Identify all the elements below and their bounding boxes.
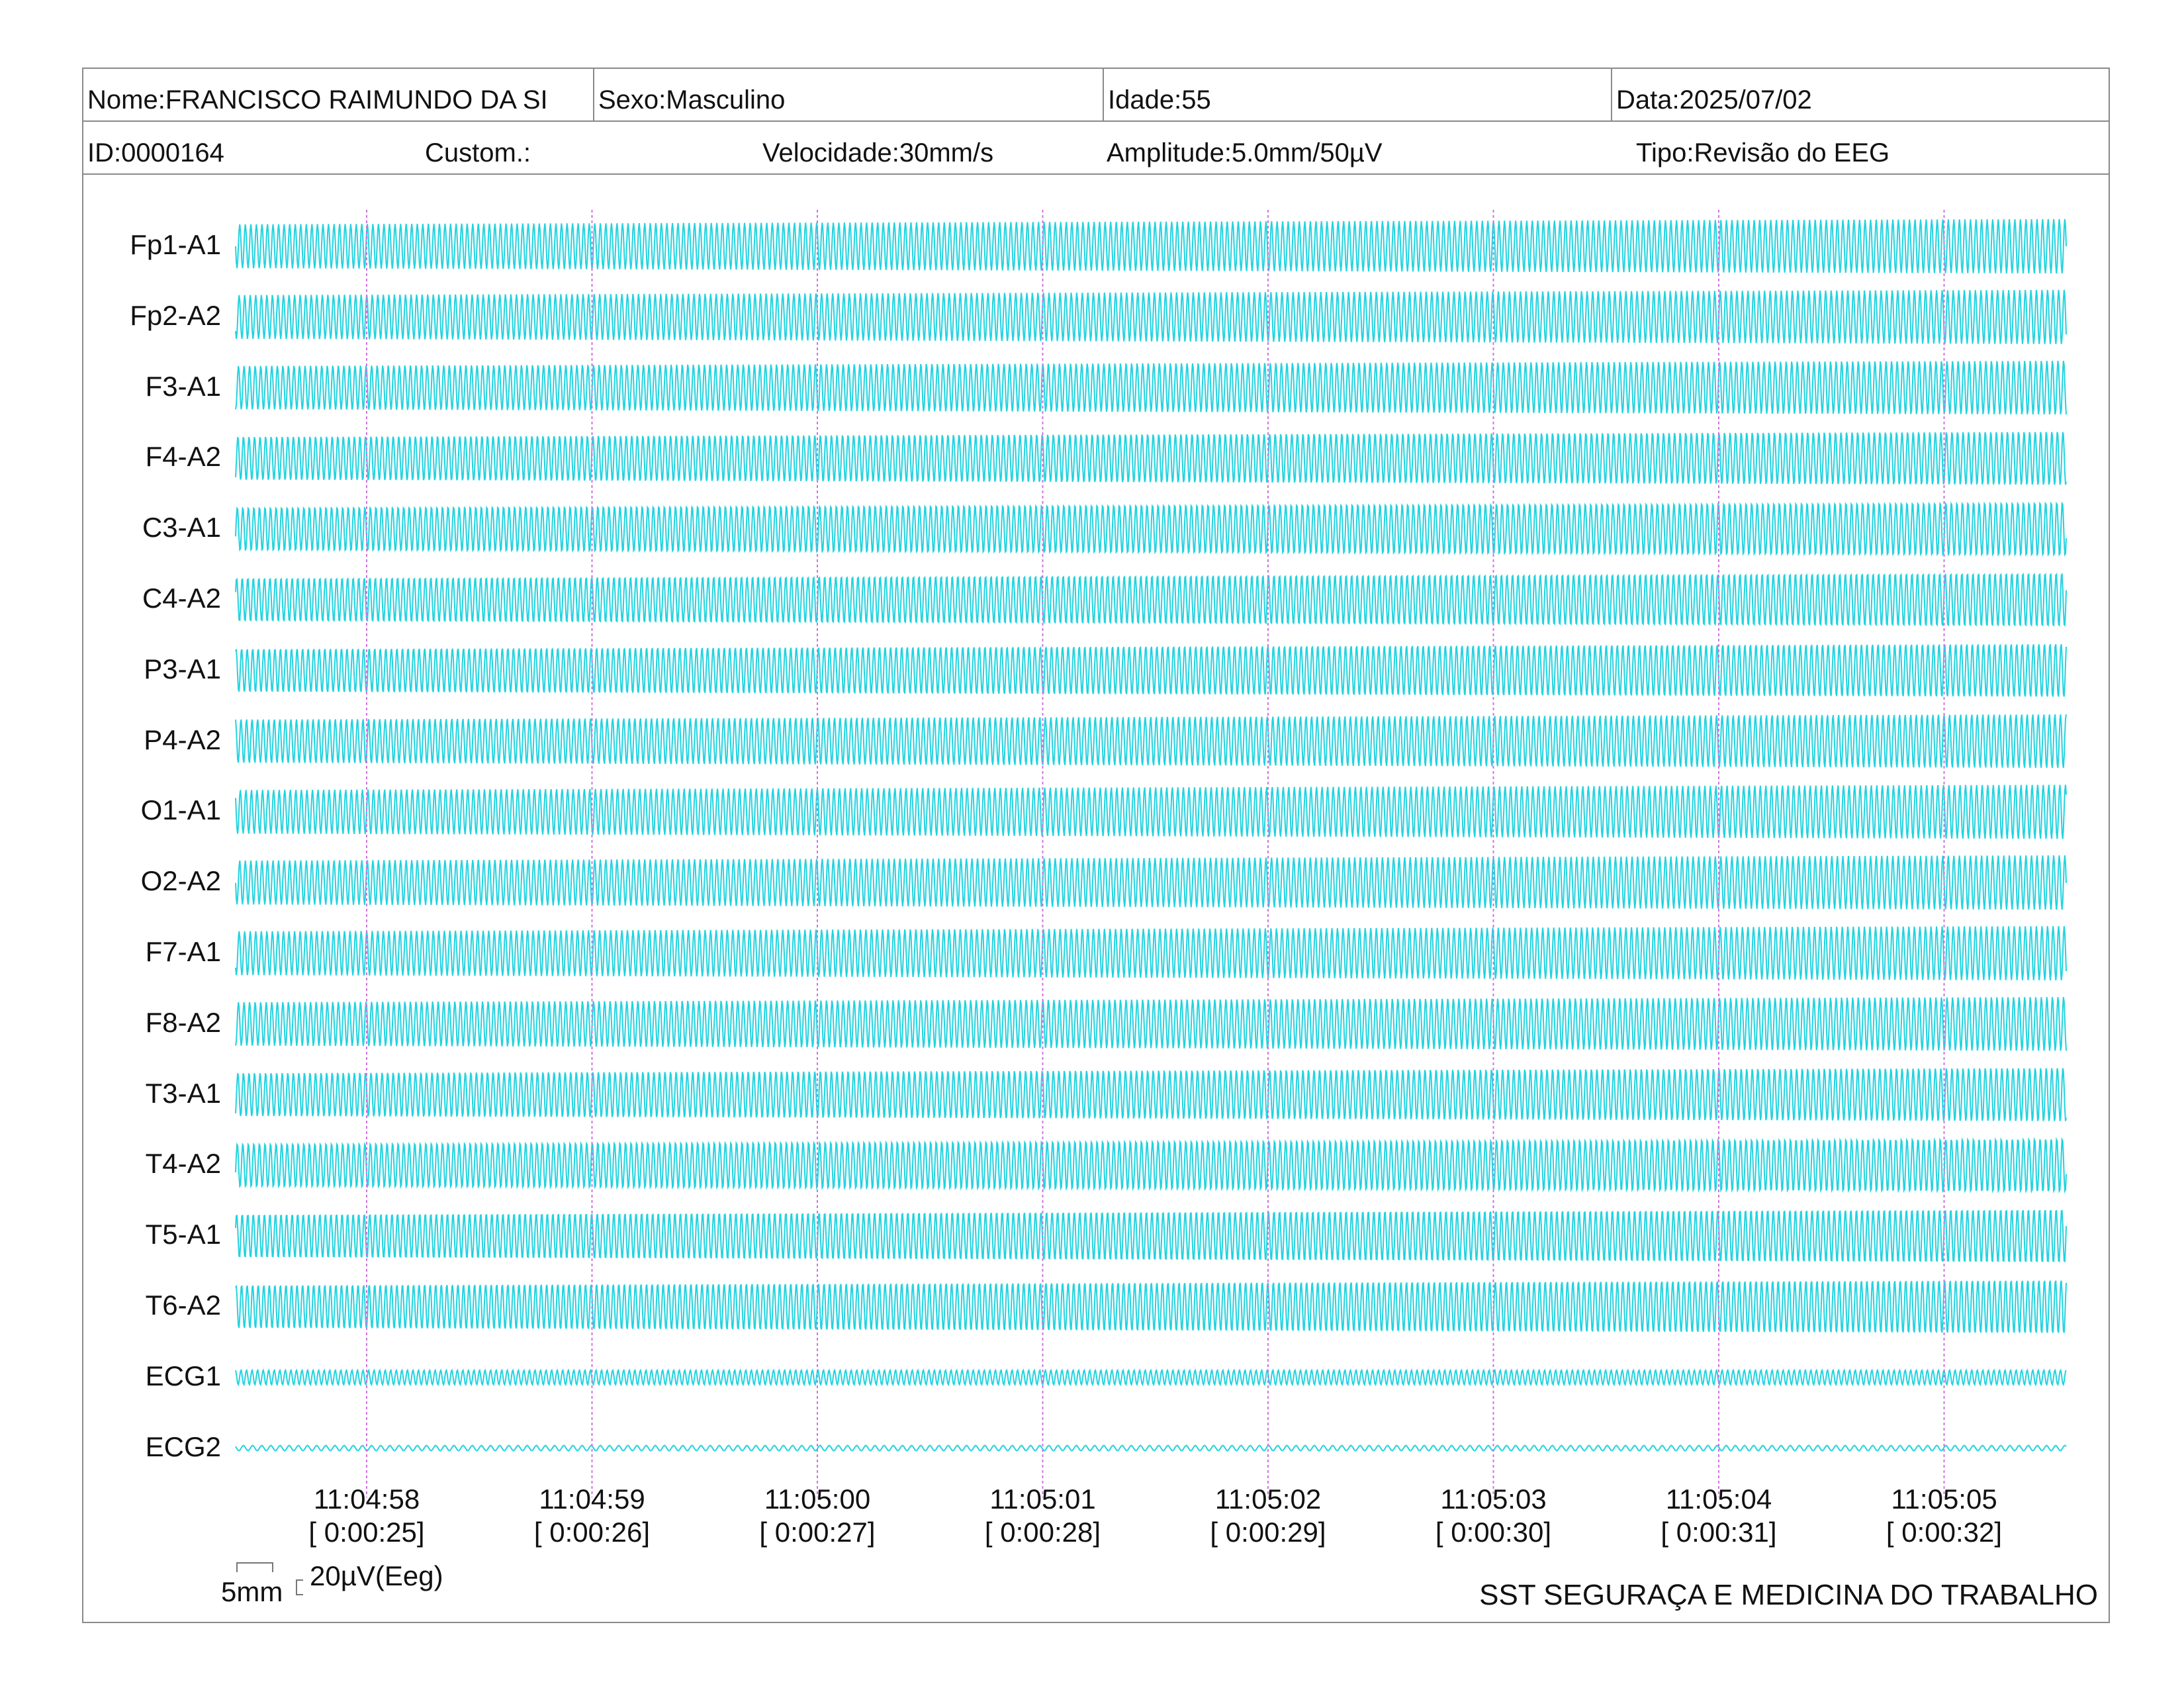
- time-tick-clock: 11:05:02: [1214, 1483, 1322, 1515]
- time-tick: 11:05:02[ 0:00:29]: [1182, 1483, 1354, 1549]
- time-tick-clock: 11:05:00: [764, 1483, 871, 1515]
- waveform-p3-a1: [235, 644, 2067, 697]
- channel-label-t4-a2: T4-A2: [145, 1148, 221, 1180]
- time-tick-elapsed: [ 0:00:27]: [759, 1517, 876, 1548]
- time-tick: 11:05:01[ 0:00:28]: [957, 1483, 1129, 1549]
- time-tick-elapsed: [ 0:00:30]: [1435, 1517, 1552, 1548]
- channel-label-p3-a1: P3-A1: [144, 653, 221, 684]
- time-tick-clock: 11:05:05: [1891, 1483, 1997, 1515]
- time-tick-elapsed: [ 0:00:32]: [1886, 1517, 2003, 1548]
- time-tick: 11:04:58[ 0:00:25]: [281, 1483, 453, 1549]
- scale-time-label: 5mm: [221, 1576, 283, 1607]
- channel-label-p4-a2: P4-A2: [144, 724, 221, 755]
- scale-amp-label: 20µV(Eeg): [310, 1560, 443, 1591]
- channel-label-f8-a2: F8-A2: [145, 1006, 221, 1038]
- waveform-f4-a2: [235, 432, 2067, 485]
- time-tick: 11:04:59[ 0:00:26]: [506, 1483, 678, 1549]
- time-tick: 11:05:00[ 0:00:27]: [731, 1483, 903, 1549]
- channel-label-f4-a2: F4-A2: [145, 441, 221, 473]
- channel-label-t3-a1: T3-A1: [145, 1077, 221, 1109]
- waveform-o2-a2: [235, 855, 2067, 910]
- channel-label-f3-a1: F3-A1: [145, 370, 221, 402]
- waveform-ecg1: [235, 1368, 2067, 1387]
- waveform-f8-a2: [235, 997, 2067, 1051]
- waveform-t3-a1: [235, 1068, 2067, 1121]
- time-tick: 11:05:03[ 0:00:30]: [1408, 1483, 1580, 1549]
- time-tick-elapsed: [ 0:00:26]: [533, 1517, 651, 1548]
- waveform-c3-a1: [235, 501, 2067, 557]
- waveform-c4-a2: [235, 573, 2067, 627]
- waveform-fp2-a2: [235, 289, 2067, 344]
- channel-label-o1-a1: O1-A1: [140, 794, 221, 826]
- channel-label-f7-a1: F7-A1: [145, 936, 221, 967]
- waveform-t6-a2: [235, 1280, 2067, 1333]
- channel-label-o2-a2: O2-A2: [140, 865, 221, 897]
- channel-label-fp1-a1: Fp1-A1: [130, 229, 221, 260]
- waveform-fp1-a1: [235, 218, 2067, 274]
- time-tick-clock: 11:05:01: [989, 1483, 1096, 1515]
- company-name: SST SEGURAÇA E MEDICINA DO TRABALHO: [1479, 1579, 2098, 1611]
- channel-label-fp2-a2: Fp2-A2: [130, 299, 221, 331]
- time-tick-elapsed: [ 0:00:29]: [1210, 1517, 1326, 1548]
- time-tick-elapsed: [ 0:00:28]: [984, 1517, 1101, 1548]
- waveform-t5-a1: [235, 1209, 2067, 1263]
- waveform-ecg2: [235, 1444, 2067, 1452]
- channel-label-ecg2: ECG2: [145, 1430, 221, 1462]
- channel-label-t6-a2: T6-A2: [145, 1289, 221, 1321]
- time-tick-clock: 11:05:04: [1665, 1483, 1772, 1515]
- time-tick: 11:05:04[ 0:00:31]: [1633, 1483, 1805, 1549]
- time-tick: 11:05:05[ 0:00:32]: [1858, 1483, 2030, 1549]
- time-tick-clock: 11:04:58: [313, 1483, 420, 1515]
- channel-label-t5-a1: T5-A1: [145, 1219, 221, 1250]
- time-tick-clock: 11:04:59: [539, 1483, 645, 1515]
- eeg-plot: Fp1-A1 Fp2-A2 F3-A1 F4-A2 C3-A1 C4-A2 P3-A1 P4-…: [82, 68, 2110, 1623]
- time-tick-elapsed: [ 0:00:25]: [308, 1517, 425, 1548]
- channel-label-ecg1: ECG1: [145, 1360, 221, 1391]
- waveform-p4-a2: [235, 714, 2067, 769]
- waveform-f7-a1: [235, 925, 2067, 981]
- eeg-waveform-canvas: [235, 210, 2067, 1497]
- channel-label-c4-a2: C4-A2: [142, 583, 221, 614]
- waveform-f3-a1: [235, 361, 2067, 415]
- waveform-t4-a2: [235, 1137, 2067, 1194]
- time-tick-elapsed: [ 0:00:31]: [1661, 1517, 1777, 1548]
- time-tick-clock: 11:05:03: [1440, 1483, 1547, 1515]
- waveform-o1-a1: [235, 784, 2067, 839]
- channel-label-c3-a1: C3-A1: [142, 512, 221, 543]
